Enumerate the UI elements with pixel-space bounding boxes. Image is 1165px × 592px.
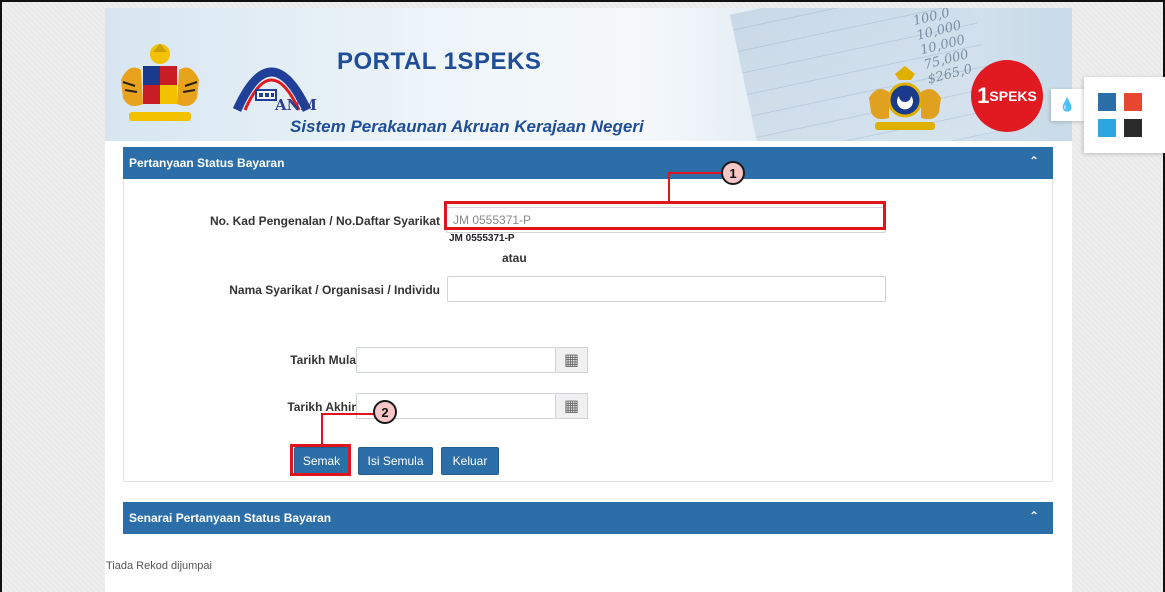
highlight-box-2 <box>290 444 351 476</box>
annotation-marker-1: 1 <box>721 161 745 185</box>
johor-crest-icon <box>869 66 941 130</box>
start-date-label: Tarikh Mula <box>290 353 356 367</box>
callout-line-1 <box>668 174 670 203</box>
callout-line-1h <box>668 172 723 174</box>
or-text: atau <box>502 251 527 265</box>
callout-line-2h <box>321 413 375 415</box>
badge-text: SPEKS <box>989 88 1037 104</box>
portal-title: PORTAL 1SPEKS <box>337 48 542 75</box>
reset-button[interactable]: Isi Semula <box>358 447 433 475</box>
header-banner: 100,0 10,000 10,000 75,000 $265,0 ANM PO… <box>105 8 1072 141</box>
portal-page: 100,0 10,000 10,000 75,000 $265,0 ANM PO… <box>105 8 1072 592</box>
1speks-logo: 1 SPEKS <box>971 60 1043 132</box>
list-panel-body <box>123 534 1053 592</box>
badge-prefix: 1 <box>977 83 990 108</box>
calendar-icon[interactable]: ▦ <box>556 347 588 373</box>
list-panel-header: Senarai Pertanyaan Status Bayaran ⌃ <box>123 502 1053 534</box>
id-label: No. Kad Pengenalan / No.Daftar Syarikat <box>209 214 440 228</box>
form-panel-title: Pertanyaan Status Bayaran <box>129 156 285 170</box>
name-label: Nama Syarikat / Organisasi / Individu <box>229 283 440 297</box>
exit-button[interactable]: Keluar <box>441 447 499 475</box>
form-panel-header: Pertanyaan Status Bayaran ⌃ <box>123 147 1053 179</box>
calendar-icon[interactable]: ▦ <box>556 393 588 419</box>
start-date-input[interactable] <box>356 347 556 373</box>
ink-drop-icon[interactable]: 💧 <box>1051 89 1084 121</box>
anm-label: ANM <box>275 96 317 114</box>
color-switcher <box>1084 77 1165 153</box>
list-panel-title: Senarai Pertanyaan Status Bayaran <box>129 511 332 525</box>
empty-message: Tiada Rekod dijumpai <box>106 560 212 572</box>
chevron-up-icon[interactable]: ⌃ <box>1029 154 1039 168</box>
portal-subtitle: Sistem Perakaunan Akruan Kerajaan Negeri <box>290 117 644 136</box>
annotation-marker-2: 2 <box>373 400 397 424</box>
callout-line-2 <box>321 413 323 445</box>
theme-swatch-red[interactable] <box>1124 93 1142 111</box>
highlight-box-1 <box>444 201 886 230</box>
end-date-label: Tarikh Akhir <box>287 400 356 414</box>
form-panel-body: No. Kad Pengenalan / No.Daftar Syarikat … <box>123 179 1053 482</box>
autocomplete-suggestion[interactable]: JM 0555371-P <box>449 233 515 244</box>
theme-swatch-dark[interactable] <box>1124 119 1142 137</box>
malaysia-crest-icon <box>121 44 199 121</box>
name-input[interactable] <box>447 276 886 302</box>
theme-swatch-blue[interactable] <box>1098 93 1116 111</box>
chevron-up-icon[interactable]: ⌃ <box>1029 509 1039 523</box>
theme-swatch-lightblue[interactable] <box>1098 119 1116 137</box>
